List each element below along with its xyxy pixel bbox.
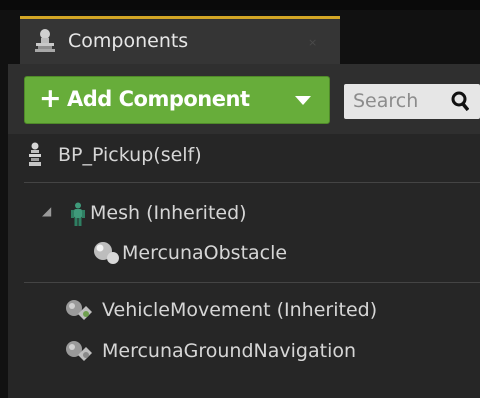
close-icon[interactable]: × [308,36,317,49]
plus-icon: + [39,83,62,114]
skeletal-mesh-icon [71,202,85,226]
tree-divider [24,282,480,283]
window-top-edge [0,0,480,10]
components-panel: + Add Component Search BP_Pickup(self) ◢ [8,64,480,398]
search-placeholder: Search [353,90,419,112]
tree-row-ground-navigation[interactable]: MercunaGroundNavigation [8,334,480,370]
tree-divider [24,182,480,183]
components-toolbar: + Add Component Search [8,64,480,134]
tab-title: Components [68,30,189,52]
tab-components[interactable]: Components × [20,16,340,64]
component-sphere-icon [94,242,119,264]
tree-label-obstacle: MercunaObstacle [122,242,288,264]
search-input[interactable]: Search [344,84,480,119]
tree-row-root[interactable]: BP_Pickup(self) [8,138,480,174]
tree-label-root: BP_Pickup(self) [58,144,202,166]
expand-arrow-icon[interactable]: ◢ [42,204,51,218]
add-component-label: Add Component [67,87,250,111]
search-icon[interactable] [451,91,469,111]
components-icon [35,29,55,52]
tree-row-obstacle[interactable]: MercunaObstacle [8,236,480,272]
tree-label-mesh: Mesh (Inherited) [90,202,247,224]
chevron-down-icon [295,96,311,105]
tree-row-vehicle-movement[interactable]: VehicleMovement (Inherited) [8,293,480,329]
tree-row-mesh[interactable]: ◢ Mesh (Inherited) [8,196,480,232]
add-component-button[interactable]: + Add Component [24,76,330,124]
tree-label-ground-navigation: MercunaGroundNavigation [102,340,357,362]
blueprint-actor-icon [29,142,41,166]
actor-component-icon [66,300,92,320]
tree-label-vehicle-movement: VehicleMovement (Inherited) [102,299,378,321]
actor-component-icon [66,341,92,361]
